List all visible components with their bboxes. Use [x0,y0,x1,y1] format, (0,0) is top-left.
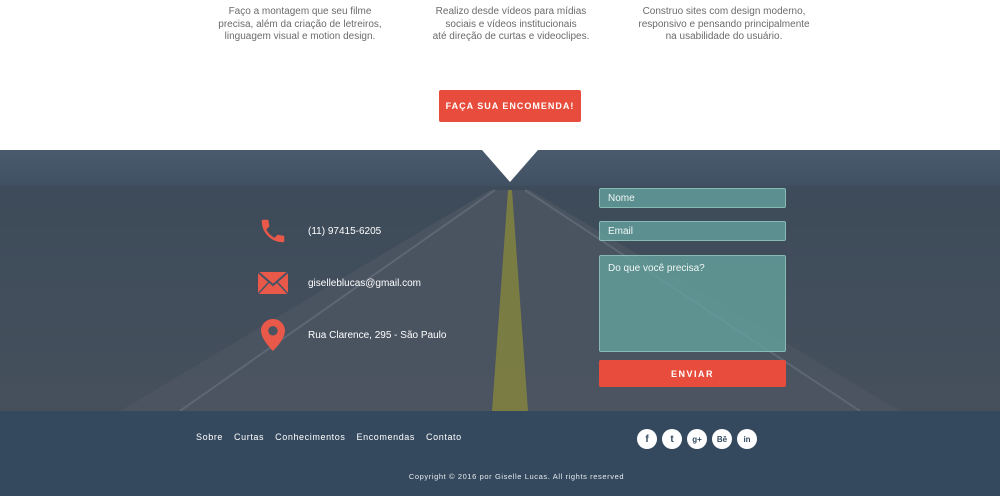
email-address: giselleblucas@gmail.com [308,277,421,289]
send-button[interactable]: ENVIAR [599,360,786,387]
name-input[interactable] [599,188,786,208]
service-video-description: Realizo desde vídeos para mídias sociais… [411,6,611,44]
service-text-line: sociais e vídeos institucionais [445,18,577,30]
facebook-icon[interactable]: f [637,429,657,449]
map-pin-icon [256,318,290,352]
copyright-text: Copyright © 2016 por Giselle Lucas. All … [408,472,625,481]
street-address: Rua Clarence, 295 - São Paulo [308,329,447,341]
service-text-line: precisa, além da criação de letreiros, [218,18,382,30]
order-button[interactable]: FAÇA SUA ENCOMENDA! [439,90,581,122]
nav-link-encomendas[interactable]: Encomendas [356,432,415,442]
footer: Sobre Curtas Conhecimentos Encomendas Co… [0,411,1000,496]
service-text-line: Faço a montagem que seu filme [228,6,372,17]
contact-phone: (11) 97415-6205 [256,214,381,248]
nav-link-curtas[interactable]: Curtas [234,432,264,442]
phone-number: (11) 97415-6205 [308,225,382,237]
road-background-image [0,150,1000,411]
service-text-line: até direção de curtas e videoclipes. [432,31,590,42]
behance-icon[interactable]: Bē [712,429,732,449]
section-arrow-notch [482,150,538,182]
nav-link-sobre[interactable]: Sobre [196,432,223,442]
twitter-icon[interactable]: t [662,429,682,449]
contact-address: Rua Clarence, 295 - São Paulo [256,318,446,352]
envelope-icon [256,266,290,300]
contact-section: (11) 97415-6205 giselleblucas@gmail.com … [0,150,1000,411]
phone-icon [256,214,290,248]
services-section: Faço a montagem que seu filme precisa, a… [0,0,1000,150]
message-textarea[interactable] [599,255,786,352]
service-editing-description: Faço a montagem que seu filme precisa, a… [200,6,400,44]
service-text-line: linguagem visual e motion design. [224,31,376,42]
email-input[interactable] [599,221,786,241]
footer-nav: Sobre Curtas Conhecimentos Encomendas Co… [196,432,462,442]
linkedin-icon[interactable]: in [737,429,757,449]
nav-link-conhecimentos[interactable]: Conhecimentos [275,432,345,442]
service-web-description: Construo sites com design moderno, respo… [624,6,824,44]
service-text-line: Realizo desde vídeos para mídias [435,6,587,17]
social-links: f t g+ Bē in [637,429,757,449]
nav-link-contato[interactable]: Contato [426,432,462,442]
contact-email: giselleblucas@gmail.com [256,266,421,300]
service-text-line: Construo sites com design moderno, [642,6,806,17]
service-text-line: na usabilidade do usuário. [665,31,783,42]
service-text-line: responsivo e pensando principalmente [638,18,810,30]
google-plus-icon[interactable]: g+ [687,429,707,449]
